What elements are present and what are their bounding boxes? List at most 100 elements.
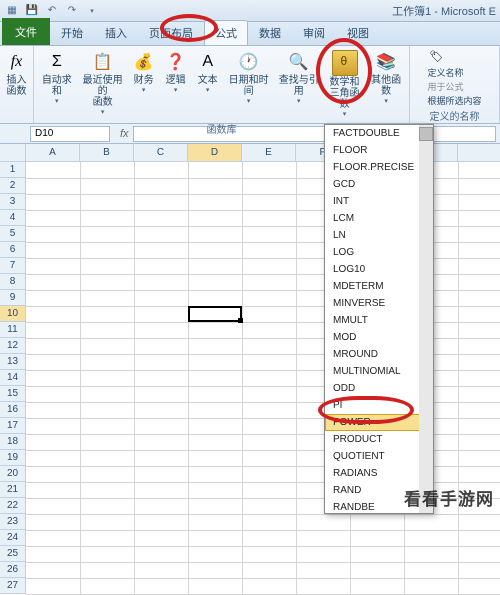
math-book-icon (332, 50, 358, 76)
tab-home[interactable]: 开始 (50, 20, 94, 45)
row-header[interactable]: 20 (0, 466, 25, 482)
group-label-library: 函数库 (207, 120, 237, 137)
row-header[interactable]: 10 (0, 306, 25, 322)
use-in-formula-link[interactable]: 用于公式 (427, 80, 463, 93)
row-header[interactable]: 4 (0, 210, 25, 226)
dropdown-item[interactable]: FLOOR.PRECISE (325, 159, 433, 176)
math-functions-dropdown[interactable]: FACTDOUBLEFLOORFLOOR.PRECISEGCDINTLCMLNL… (324, 124, 434, 514)
text-button[interactable]: A 文本 ▾ (194, 48, 222, 96)
insert-function-button[interactable]: fx 插入函数 (3, 48, 31, 99)
row-header[interactable]: 24 (0, 530, 25, 546)
create-from-selection-link[interactable]: 根据所选内容 (427, 94, 481, 107)
row-header[interactable]: 9 (0, 290, 25, 306)
row-header[interactable]: 6 (0, 242, 25, 258)
dropdown-item[interactable]: INT (325, 193, 433, 210)
dropdown-item[interactable]: ODD (325, 380, 433, 397)
tab-insert[interactable]: 插入 (94, 20, 138, 45)
window-title: 工作簿1 - Microsoft E (392, 3, 496, 19)
row-header[interactable]: 23 (0, 514, 25, 530)
formula-bar[interactable] (133, 126, 496, 142)
recent-functions-button[interactable]: 📋 最近使用的 函数 ▾ (80, 48, 126, 118)
qat-more-icon[interactable]: ▾ (84, 3, 100, 19)
dropdown-item[interactable]: LCM (325, 210, 433, 227)
dropdown-item[interactable]: FLOOR (325, 142, 433, 159)
chevron-down-icon: ▾ (247, 97, 251, 105)
text-icon: A (196, 50, 220, 74)
row-header[interactable]: 3 (0, 194, 25, 210)
define-name-link[interactable]: 定义名称 (427, 66, 463, 79)
row-header[interactable]: 16 (0, 402, 25, 418)
tab-review[interactable]: 审阅 (292, 20, 336, 45)
row-header[interactable]: 18 (0, 434, 25, 450)
dropdown-item[interactable]: MMULT (325, 312, 433, 329)
dropdown-item[interactable]: LN (325, 227, 433, 244)
column-header[interactable]: B (80, 144, 134, 161)
row-header[interactable]: 8 (0, 274, 25, 290)
logical-button[interactable]: ❓ 逻辑 ▾ (162, 48, 190, 96)
column-header[interactable]: A (26, 144, 80, 161)
fill-handle[interactable] (238, 318, 243, 323)
financial-button[interactable]: 💰 财务 ▾ (130, 48, 158, 96)
row-header[interactable]: 21 (0, 482, 25, 498)
dropdown-item[interactable]: POWER (325, 414, 433, 431)
name-box[interactable]: D10 (30, 126, 110, 142)
dropdown-item[interactable]: FACTDOUBLE (325, 125, 433, 142)
column-header[interactable]: D (188, 144, 242, 161)
row-header[interactable]: 19 (0, 450, 25, 466)
dropdown-scrollbar[interactable] (419, 125, 433, 513)
dropdown-item[interactable]: GCD (325, 176, 433, 193)
watermark-text: 看看手游网 (404, 485, 494, 510)
chevron-down-icon: ▾ (206, 86, 210, 94)
row-headers[interactable]: 1234567891011121314151617181920212223242… (0, 162, 26, 594)
select-all-corner[interactable] (0, 144, 26, 162)
row-header[interactable]: 15 (0, 386, 25, 402)
chevron-down-icon: ▾ (384, 97, 388, 105)
undo-icon[interactable]: ↶ (44, 3, 60, 19)
tab-data[interactable]: 数据 (248, 20, 292, 45)
row-header[interactable]: 12 (0, 338, 25, 354)
dropdown-item[interactable]: PRODUCT (325, 431, 433, 448)
row-header[interactable]: 11 (0, 322, 25, 338)
datetime-button[interactable]: 🕐 日期和时间 ▾ (226, 48, 272, 107)
dropdown-item[interactable]: LOG10 (325, 261, 433, 278)
row-header[interactable]: 14 (0, 370, 25, 386)
math-trig-button[interactable]: 数学和 三角函数 ▾ (326, 48, 364, 120)
tab-formulas[interactable]: 公式 (204, 20, 248, 45)
row-header[interactable]: 2 (0, 178, 25, 194)
lookup-button[interactable]: 🔍 查找与引用 ▾ (276, 48, 322, 107)
more-functions-button[interactable]: 📚 其他函数 ▾ (367, 48, 405, 107)
row-header[interactable]: 26 (0, 562, 25, 578)
row-header[interactable]: 1 (0, 162, 25, 178)
column-header[interactable]: C (134, 144, 188, 161)
autosum-button[interactable]: Σ 自动求和 ▾ (38, 48, 76, 107)
dropdown-item[interactable]: QUOTIENT (325, 448, 433, 465)
tab-layout[interactable]: 页面布局 (138, 20, 204, 45)
tab-file[interactable]: 文件 (2, 18, 50, 45)
scrollbar-thumb[interactable] (419, 127, 433, 141)
fx-label-icon[interactable]: fx (120, 128, 129, 140)
sigma-icon: Σ (45, 50, 69, 74)
dropdown-item[interactable]: LOG (325, 244, 433, 261)
redo-icon[interactable]: ↷ (64, 3, 80, 19)
save-icon[interactable]: 💾 (24, 3, 40, 19)
name-manager-button[interactable]: 🏷 (427, 48, 445, 65)
dropdown-item[interactable]: MULTINOMIAL (325, 363, 433, 380)
excel-icon: ▦ (4, 3, 20, 19)
row-header[interactable]: 27 (0, 578, 25, 594)
dropdown-item[interactable]: MROUND (325, 346, 433, 363)
row-header[interactable]: 17 (0, 418, 25, 434)
row-header[interactable]: 13 (0, 354, 25, 370)
column-header[interactable]: E (242, 144, 296, 161)
tab-view[interactable]: 视图 (336, 20, 380, 45)
dropdown-item[interactable]: MINVERSE (325, 295, 433, 312)
selected-cell[interactable] (188, 306, 242, 322)
row-header[interactable]: 22 (0, 498, 25, 514)
row-header[interactable]: 25 (0, 546, 25, 562)
row-header[interactable]: 5 (0, 226, 25, 242)
dropdown-item[interactable]: RADIANS (325, 465, 433, 482)
row-header[interactable]: 7 (0, 258, 25, 274)
fx-icon: fx (5, 50, 29, 74)
dropdown-item[interactable]: MOD (325, 329, 433, 346)
dropdown-item[interactable]: PI (325, 397, 433, 414)
dropdown-item[interactable]: MDETERM (325, 278, 433, 295)
